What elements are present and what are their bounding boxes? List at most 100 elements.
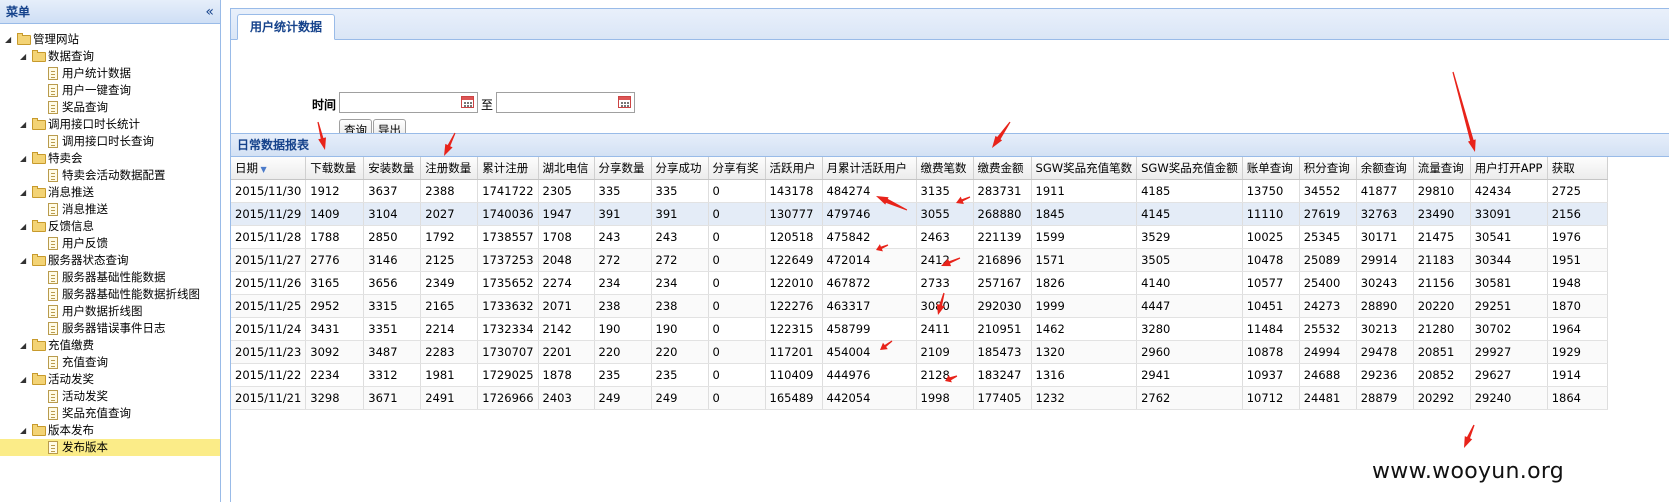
expand-arrow-icon[interactable]: ◢ xyxy=(20,150,26,167)
tree-folder-node[interactable]: ◢ 特卖会 xyxy=(0,150,220,167)
column-header[interactable]: 余额查询 xyxy=(1356,157,1414,180)
calendar-icon[interactable] xyxy=(618,96,631,108)
table-cell: 23490 xyxy=(1413,202,1471,226)
table-cell: 2201 xyxy=(538,340,595,364)
tree-folder-node[interactable]: ◢ 版本发布 xyxy=(0,422,220,439)
table-row[interactable]: 2015/11/22 2234 3312 1981 1729025 1878 235 235 0… xyxy=(231,363,1608,387)
tree-folder-node[interactable]: ◢ 调用接口时长统计 xyxy=(0,116,220,133)
table-cell: 1599 xyxy=(1031,225,1138,249)
table-row[interactable]: 2015/11/24 3431 3351 2214 1732334 2142 190 190 0… xyxy=(231,317,1608,341)
tree-folder-node[interactable]: ◢ 充值缴费 xyxy=(0,337,220,354)
tree-page-node[interactable]: 消息推送 xyxy=(0,201,220,218)
table-cell: 2411 xyxy=(916,317,974,341)
expand-arrow-icon[interactable]: ◢ xyxy=(5,31,11,48)
start-date-field[interactable] xyxy=(339,92,478,113)
report-table: 日期 ▼ 下载数量 安装数量 注册数量 累计注册 湖北电信 分享数量 分享成功 分享有奖 活跃用户… xyxy=(231,157,1608,410)
table-row[interactable]: 2015/11/27 2776 3146 2125 1737253 2048 272 272 0… xyxy=(231,248,1608,272)
report-title: 日常数据报表 xyxy=(231,134,1669,157)
table-cell: 2015/11/29 xyxy=(231,202,307,226)
column-header[interactable]: 用户打开APP xyxy=(1470,157,1548,180)
tree-page-node[interactable]: 用户统计数据 xyxy=(0,65,220,82)
expand-arrow-icon[interactable]: ◢ xyxy=(20,48,26,65)
calendar-icon[interactable] xyxy=(461,96,474,108)
tree-page-node[interactable]: 奖品充值查询 xyxy=(0,405,220,422)
column-header[interactable]: 注册数量 xyxy=(420,157,479,180)
table-cell: 3104 xyxy=(363,202,422,226)
tree-node-label: 消息推送 xyxy=(48,185,94,199)
column-header[interactable]: 下载数量 xyxy=(305,157,365,180)
table-cell: 1788 xyxy=(305,225,365,249)
column-header[interactable]: 安装数量 xyxy=(363,157,422,180)
expand-arrow-icon[interactable]: ◢ xyxy=(20,371,26,388)
expand-arrow-icon[interactable]: ◢ xyxy=(20,337,26,354)
tree-page-node[interactable]: 服务器错误事件日志 xyxy=(0,320,220,337)
column-header[interactable]: 湖北电信 xyxy=(538,157,595,180)
column-header[interactable]: 累计注册 xyxy=(477,157,539,180)
table-cell: 2491 xyxy=(420,386,479,410)
column-header[interactable]: 积分查询 xyxy=(1299,157,1357,180)
tree-page-node[interactable]: 用户反馈 xyxy=(0,235,220,252)
column-header[interactable]: SGW奖品充值金额 xyxy=(1136,157,1243,180)
expand-arrow-icon[interactable]: ◢ xyxy=(20,218,26,235)
column-header[interactable]: 获取 xyxy=(1547,157,1608,180)
table-row[interactable]: 2015/11/25 2952 3315 2165 1733632 2071 238 238 0… xyxy=(231,294,1608,318)
table-row[interactable]: 2015/11/21 3298 3671 2491 1726966 2403 249 249 0… xyxy=(231,386,1608,410)
start-date-input[interactable] xyxy=(340,93,464,112)
table-cell: 2048 xyxy=(538,248,595,272)
tab-user-statistics[interactable]: 用户统计数据 xyxy=(237,14,336,40)
column-header[interactable]: SGW奖品充值笔数 xyxy=(1031,157,1138,180)
expand-arrow-icon[interactable]: ◢ xyxy=(20,252,26,269)
table-row[interactable]: 2015/11/30 1912 3637 2388 1741722 2305 335 335 0… xyxy=(231,179,1608,203)
table-row[interactable]: 2015/11/29 1409 3104 2027 1740036 1947 391 391 0… xyxy=(231,202,1608,226)
column-header[interactable]: 账单查询 xyxy=(1242,157,1300,180)
table-cell: 28890 xyxy=(1356,294,1414,318)
expand-arrow-icon[interactable]: ◢ xyxy=(20,184,26,201)
tree-page-node[interactable]: 充值查询 xyxy=(0,354,220,371)
tree-folder-node[interactable]: ◢ 消息推送 xyxy=(0,184,220,201)
column-header[interactable]: 月累计活跃用户 xyxy=(822,157,917,180)
tree-page-node[interactable]: 调用接口时长查询 xyxy=(0,133,220,150)
folder-icon xyxy=(32,254,46,266)
tree-page-node[interactable]: 奖品查询 xyxy=(0,99,220,116)
tree-folder-node[interactable]: ◢ 数据查询 xyxy=(0,48,220,65)
tree-page-node[interactable]: 用户数据折线图 xyxy=(0,303,220,320)
table-cell: 0 xyxy=(708,363,766,387)
column-header[interactable]: 缴费金额 xyxy=(973,157,1032,180)
column-header[interactable]: 流量查询 xyxy=(1413,157,1471,180)
tree-page-node[interactable]: 服务器基础性能数据折线图 xyxy=(0,286,220,303)
table-cell: 1462 xyxy=(1031,317,1138,341)
table-cell: 472014 xyxy=(822,248,917,272)
end-date-input[interactable] xyxy=(497,93,621,112)
tree-folder-node[interactable]: ◢ 活动发奖 xyxy=(0,371,220,388)
table-cell: 1730707 xyxy=(477,340,539,364)
column-header[interactable]: 分享数量 xyxy=(594,157,652,180)
tree-node-label: 用户数据折线图 xyxy=(62,304,143,318)
table-row[interactable]: 2015/11/23 3092 3487 2283 1730707 2201 220 220 0… xyxy=(231,340,1608,364)
table-row[interactable]: 2015/11/26 3165 3656 2349 1735652 2274 234 234 0… xyxy=(231,271,1608,295)
column-header-label: 月累计活跃用户 xyxy=(826,161,908,175)
expand-arrow-icon[interactable]: ◢ xyxy=(20,116,26,133)
tree-page-node[interactable]: 用户一键查询 xyxy=(0,82,220,99)
tree-page-node[interactable]: 特卖会活动数据配置 xyxy=(0,167,220,184)
table-cell: 42434 xyxy=(1470,179,1548,203)
column-header[interactable]: 缴费笔数 xyxy=(916,157,974,180)
tree-folder-node[interactable]: ◢ 服务器状态查询 xyxy=(0,252,220,269)
end-date-field[interactable] xyxy=(496,92,635,113)
table-row[interactable]: 2015/11/28 1788 2850 1792 1738557 1708 243 243 0… xyxy=(231,225,1608,249)
table-cell: 0 xyxy=(708,340,766,364)
tree-node-label: 服务器基础性能数据 xyxy=(62,270,166,284)
column-header[interactable]: 活跃用户 xyxy=(765,157,823,180)
table-cell: 2165 xyxy=(420,294,479,318)
sort-desc-icon[interactable]: ▼ xyxy=(258,165,267,174)
table-cell: 221139 xyxy=(973,225,1032,249)
collapse-icon[interactable]: « xyxy=(205,5,214,19)
expand-arrow-icon[interactable]: ◢ xyxy=(20,422,26,439)
tree-page-node[interactable]: 活动发奖 xyxy=(0,388,220,405)
column-header[interactable]: 分享有奖 xyxy=(708,157,766,180)
tree-page-node[interactable]: 服务器基础性能数据 xyxy=(0,269,220,286)
tree-folder-node[interactable]: ◢ 管理网站 xyxy=(0,31,220,48)
tree-page-node[interactable]: 发布版本 xyxy=(0,439,220,456)
column-header[interactable]: 日期 ▼ xyxy=(231,157,307,180)
column-header[interactable]: 分享成功 xyxy=(651,157,709,180)
tree-folder-node[interactable]: ◢ 反馈信息 xyxy=(0,218,220,235)
